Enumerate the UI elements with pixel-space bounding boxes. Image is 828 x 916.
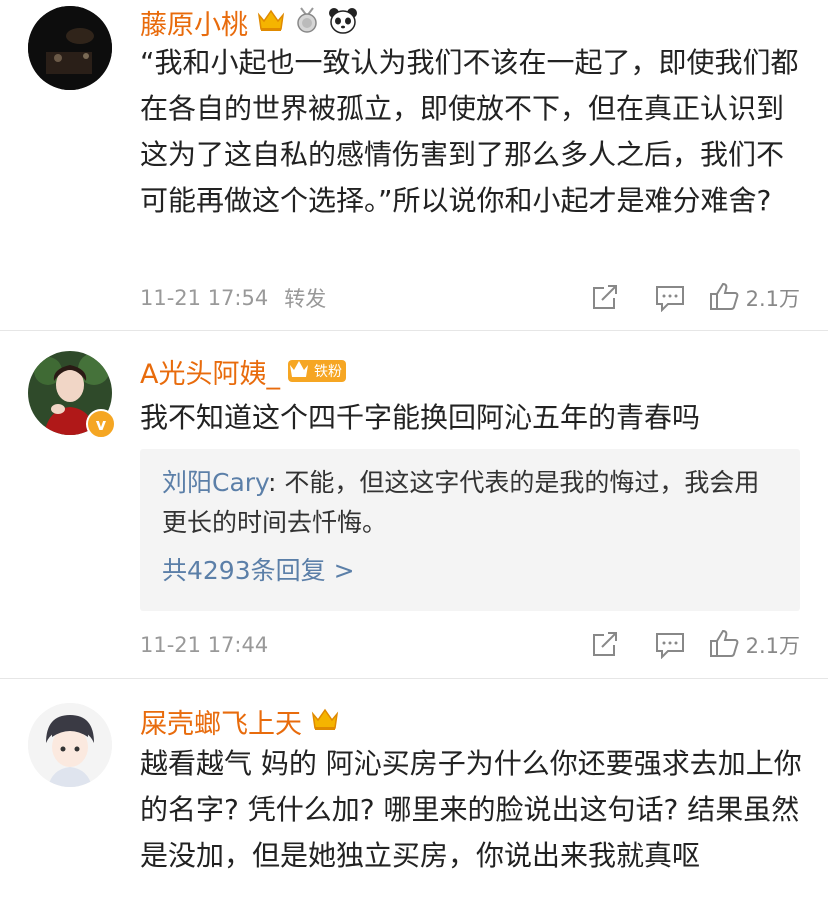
comment-text: 越看越气 妈的 阿沁买房子为什么你还要强求去加上你的名字? 凭什么加? 哪里来的… [140,747,802,872]
badge-label: 铁粉 [313,364,342,380]
like-button[interactable]: 2.1万 [708,281,800,315]
name-row: 屎壳螂飞上天 [140,701,340,741]
thumbs-up-icon [708,628,740,662]
verified-badge-icon: v [86,409,116,439]
reply-author[interactable]: 刘阳Cary [162,468,268,497]
crown-badge-icon [288,358,310,384]
avatar[interactable] [28,6,112,90]
comment-meta: 11-21 17:54 转发 2.1万 [140,278,800,318]
view-replies-link[interactable]: 共4293条回复 > [140,551,800,587]
reply-colon: : [268,468,285,497]
username[interactable]: A光头阿姨_ [140,352,280,391]
username[interactable]: 屎壳螂飞上天 [140,702,302,741]
panda-badge-icon [328,6,358,38]
like-count: 2.1万 [745,634,800,658]
comment-2: v A光头阿姨_ 铁粉 我不知道这个四千字能换回阿沁五年的青春吗 刘阳Cary:… [0,331,828,678]
action-bar: 2.1万 [564,628,800,662]
name-row: A光头阿姨_ 铁粉 [140,351,346,391]
comment-meta: 11-21 17:44 2.1万 [140,625,800,665]
iron-fan-badge: 铁粉 [287,358,346,384]
avatar[interactable] [28,703,112,787]
name-row: 藤原小桃 [140,2,358,42]
action-bar: 2.1万 [564,281,800,315]
comment-text: “我和小起也一致认为我们不该在一起了，即使我们都在各自的世界被孤立，即使放不下，… [140,46,799,217]
share-icon[interactable] [590,631,620,659]
comment-icon[interactable] [654,284,686,312]
like-button[interactable]: 2.1万 [708,628,800,662]
reply-content: 刘阳Cary: 不能，但这这字代表的是我的悔过，我会用更长的时间去忏悔。 [140,449,800,543]
comment-icon[interactable] [654,631,686,659]
timestamp: 11-21 17:54 [140,286,269,310]
comment-text: 我不知道这个四千字能换回阿沁五年的青春吗 [140,401,701,434]
crown-badge-icon [310,706,340,736]
share-icon[interactable] [590,284,620,312]
crown-badge-icon [256,7,286,37]
medal-badge-icon [294,6,320,38]
timestamp: 11-21 17:44 [140,633,269,657]
reply-box[interactable]: 刘阳Cary: 不能，但这这字代表的是我的悔过，我会用更长的时间去忏悔。 共42… [140,449,800,611]
comment-1: 藤原小桃 “我和小起也一致认为我们不该在一起了，即使我们都在各自的世界被孤立，即… [0,0,828,330]
forward-label[interactable]: 转发 [284,283,326,313]
username[interactable]: 藤原小桃 [140,3,248,42]
like-count: 2.1万 [745,287,800,311]
comment-3: 屎壳螂飞上天 越看越气 妈的 阿沁买房子为什么你还要强求去加上你的名字? 凭什么… [0,679,828,916]
thumbs-up-icon [708,281,740,315]
